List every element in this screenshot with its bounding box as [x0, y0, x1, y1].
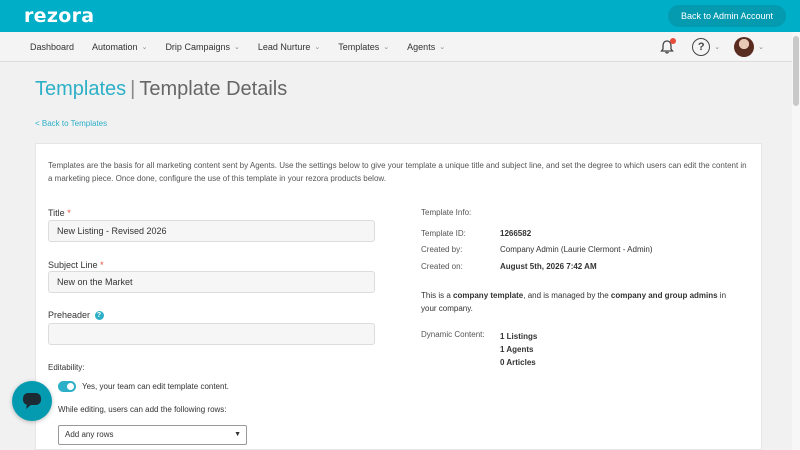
created-on-value: August 5th, 2026 7:42 AM — [500, 262, 597, 271]
edit-content-toggle-label: Yes, your team can edit template content… — [82, 382, 229, 391]
template-info-title: Template Info: — [421, 208, 472, 217]
chevron-down-icon: ⌄ — [383, 43, 390, 51]
template-id-value: 1266582 — [500, 229, 532, 238]
page-title-text: Template Details — [139, 78, 288, 100]
rezora-logo[interactable]: rezora — [24, 5, 94, 27]
preheader-label-text: Preheader — [48, 310, 91, 320]
help-icon[interactable]: ? — [94, 311, 104, 321]
nav-label: Dashboard — [30, 41, 75, 52]
intro-text: Templates are the basis for all marketin… — [48, 161, 747, 183]
back-to-admin-button[interactable]: Back to Admin Account — [667, 5, 786, 27]
template-details-card: Templates are the basis for all marketin… — [35, 143, 762, 450]
title-label-text: Title — [48, 208, 65, 218]
chevron-down-icon: ⌄ — [141, 43, 148, 51]
edit-content-toggle[interactable] — [58, 381, 76, 392]
subject-input[interactable]: New on the Market — [48, 271, 375, 293]
rows-label: While editing, users can add the followi… — [58, 405, 227, 414]
chat-button[interactable] — [12, 381, 52, 421]
created-on-key: Created on: — [421, 262, 463, 271]
breadcrumb-separator: | — [130, 78, 136, 100]
notification-dot — [670, 38, 677, 44]
editability-label: Editability: — [48, 363, 85, 372]
title-label: Title * — [48, 208, 71, 218]
rows-select[interactable]: Add any rows ▼ — [58, 425, 247, 445]
preheader-input[interactable] — [48, 323, 375, 345]
chevron-down-icon: ⌄ — [714, 44, 721, 51]
subject-label-text: Subject Line — [48, 260, 98, 270]
note-text-bold: company template — [453, 291, 524, 300]
nav-label: Agents — [407, 41, 436, 52]
nav-label: Lead Nurture — [257, 41, 311, 52]
help-icon: ? — [692, 38, 711, 56]
note-text: This is a — [421, 291, 454, 300]
chevron-down-icon: ⌄ — [233, 43, 240, 51]
dynamic-content-item: 0 Articles — [500, 358, 536, 367]
toggle-knob — [67, 383, 74, 390]
subject-label: Subject Line * — [48, 260, 104, 270]
nav-drip-campaigns[interactable]: Drip Campaigns ⌄ — [165, 42, 239, 52]
required-mark: * — [67, 208, 71, 218]
user-menu[interactable]: ⌄ — [734, 37, 764, 57]
dynamic-content-item: 1 Listings — [500, 332, 538, 341]
nav-utilities: ? ⌄ ⌄ — [656, 32, 764, 62]
template-ownership-note: This is a company template, and is manag… — [421, 289, 741, 315]
created-by-key: Created by: — [421, 245, 463, 254]
back-to-templates-link[interactable]: < Back to Templates — [35, 119, 107, 128]
note-text-bold: company and group admins — [610, 291, 718, 300]
page-scrollbar[interactable] — [792, 32, 800, 450]
chevron-down-icon: ⌄ — [314, 43, 321, 51]
nav-label: Drip Campaigns — [165, 41, 230, 52]
preheader-label: Preheader ? — [48, 310, 104, 321]
main-nav: Dashboard Automation ⌄ Drip Campaigns ⌄ Le… — [0, 32, 800, 62]
required-mark: * — [100, 260, 104, 270]
nav-lead-nurture[interactable]: Lead Nurture ⌄ — [258, 42, 320, 52]
bell-icon[interactable] — [656, 36, 678, 58]
help-menu[interactable]: ? ⌄ — [692, 38, 720, 56]
nav-automation[interactable]: Automation ⌄ — [92, 42, 147, 52]
title-input[interactable]: New Listing - Revised 2026 — [48, 220, 375, 242]
chat-icon — [23, 393, 41, 409]
nav-templates[interactable]: Templates ⌄ — [338, 42, 389, 52]
chevron-down-icon: ⌄ — [439, 43, 446, 51]
avatar — [734, 37, 755, 57]
nav-dashboard[interactable]: Dashboard — [30, 42, 74, 52]
nav-label: Automation — [92, 41, 138, 52]
chevron-down-icon: ⌄ — [758, 44, 764, 51]
top-bar: rezora Back to Admin Account — [0, 0, 800, 32]
dynamic-content-key: Dynamic Content: — [421, 330, 485, 339]
dynamic-content-item: 1 Agents — [500, 345, 534, 354]
select-arrow-icon: ▼ — [234, 431, 241, 438]
note-text: , and is managed by the — [523, 291, 611, 300]
scrollbar-thumb[interactable] — [793, 36, 799, 106]
created-by-value: Company Admin (Laurie Clermont - Admin) — [500, 245, 653, 254]
dynamic-content-list: 1 Listings 1 Agents 0 Articles — [500, 330, 537, 369]
rows-select-value: Add any rows — [65, 430, 114, 439]
template-id-key: Template ID: — [421, 229, 466, 238]
page-title: Templates | Template Details — [35, 78, 287, 101]
nav-agents[interactable]: Agents ⌄ — [407, 42, 445, 52]
nav-label: Templates — [338, 41, 380, 52]
breadcrumb-templates-link[interactable]: Templates — [35, 78, 126, 100]
